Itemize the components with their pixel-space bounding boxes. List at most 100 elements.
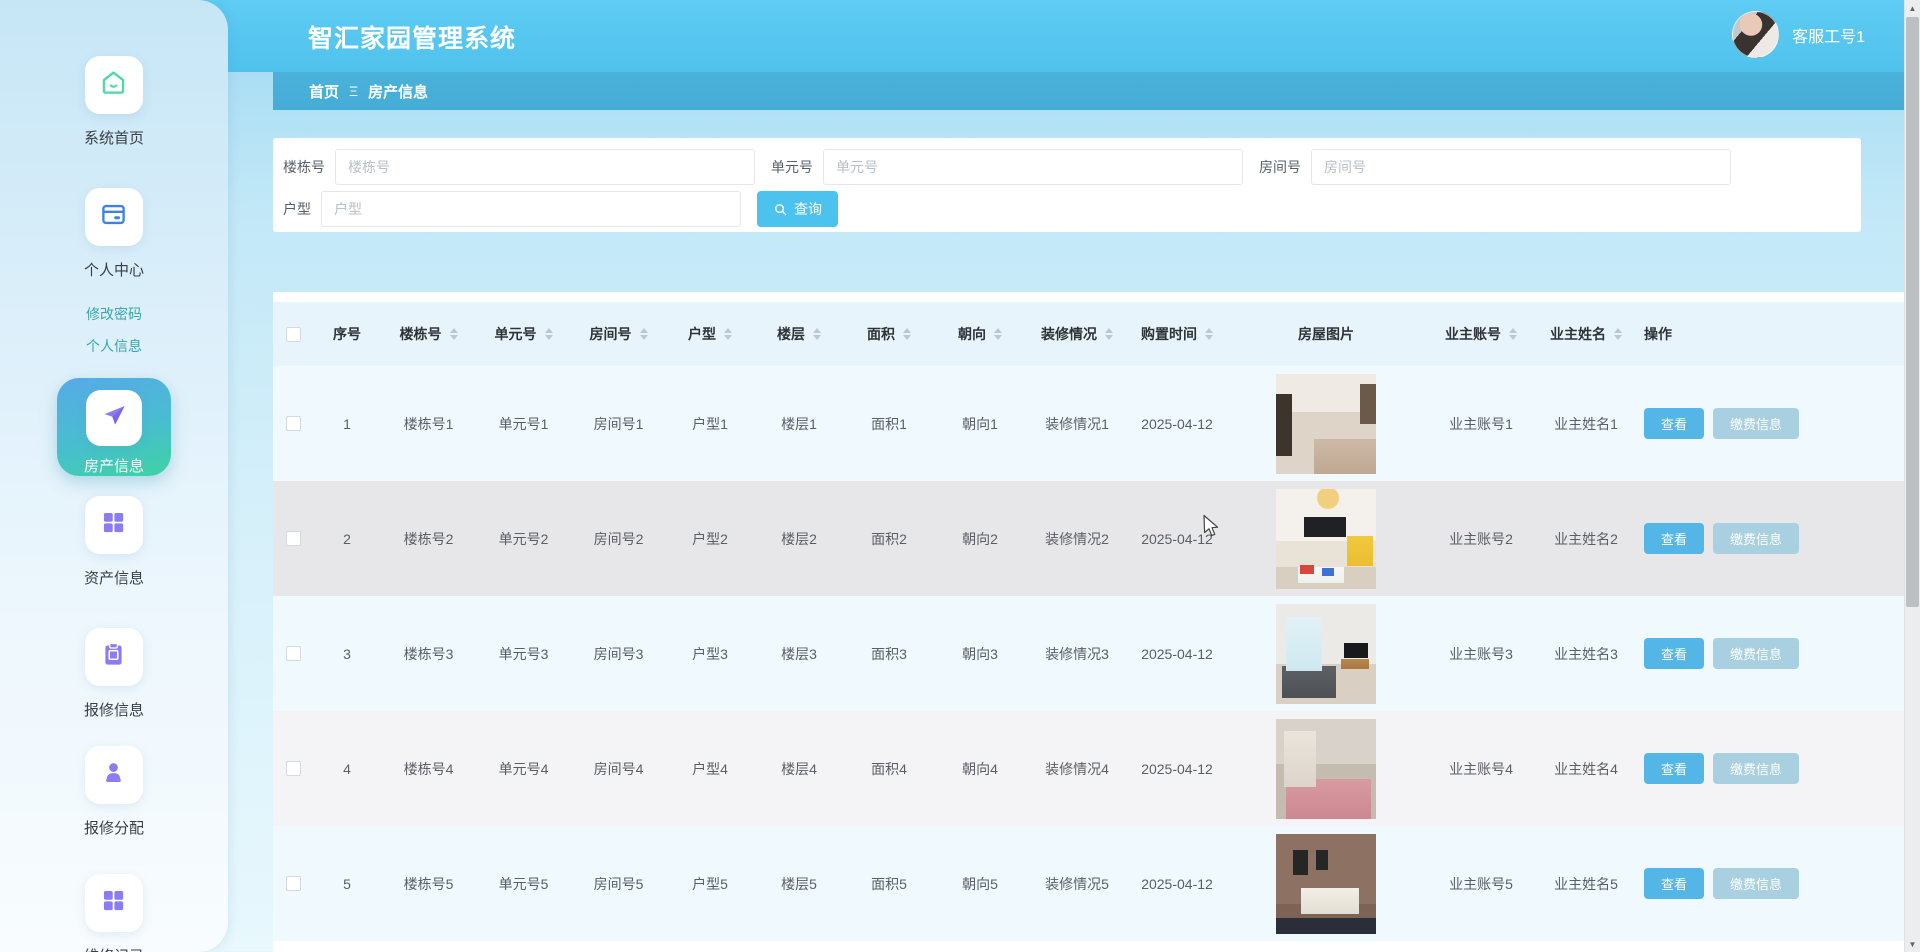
table-row-1: 1楼栋号1单元号1房间号1户型1楼层1面积1朝向1装修情况12025-04-12… [273,366,1904,481]
sidebar-item-5[interactable]: 资产信息 [84,496,144,588]
row-checkbox[interactable] [286,761,301,776]
sidebar-item-label: 报修信息 [84,699,144,720]
table-header-row: 序号楼栋号单元号房间号户型楼层面积朝向装修情况购置时间房屋图片业主账号业主姓名操… [273,302,1904,366]
grid-icon [100,887,127,919]
sidebar-item-1[interactable]: 个人中心 [84,188,144,280]
search-input-0[interactable] [335,149,755,185]
cell-floor: 楼层2 [754,529,844,549]
column-header-owner_name[interactable]: 业主姓名 [1536,324,1636,344]
select-all-checkbox[interactable] [286,327,301,342]
column-header-room[interactable]: 房间号 [571,324,666,344]
cell-orientation: 朝向4 [934,759,1026,779]
user-icon [100,759,127,791]
search-button[interactable]: 查询 [757,191,838,227]
house-photo-1 [1276,374,1376,474]
column-header-floor[interactable]: 楼层 [754,324,844,344]
sort-carets-icon[interactable] [903,328,911,340]
row-checkbox[interactable] [286,876,301,891]
column-header-label: 房屋图片 [1298,324,1354,344]
view-button[interactable]: 查看 [1644,753,1704,784]
breadcrumb-separator-icon: Ξ [349,83,358,99]
cell-owner_account: 业主账号5 [1426,874,1536,894]
sidebar-link-personal-info[interactable]: 个人信息 [86,336,142,356]
view-button[interactable]: 查看 [1644,868,1704,899]
cell-purchase_date: 2025-04-12 [1128,876,1226,892]
house-photo-2 [1276,489,1376,589]
view-button[interactable]: 查看 [1644,408,1704,439]
sidebar-item-label: 报修分配 [84,817,144,838]
scrollbar-thumb[interactable] [1906,17,1919,607]
column-header-orientation[interactable]: 朝向 [934,324,1026,344]
payment-info-button[interactable]: 缴费信息 [1713,868,1799,899]
sidebar-item-7[interactable]: 报修分配 [84,746,144,838]
column-header-area[interactable]: 面积 [844,324,934,344]
scrollbar-down-arrow-icon[interactable]: ▼ [1905,936,1920,952]
cell-house_type: 户型5 [666,874,754,894]
scrollbar-up-arrow-icon[interactable]: ▲ [1905,0,1920,16]
sidebar-item-0[interactable]: 系统首页 [84,56,144,148]
cell-floor: 楼层5 [754,874,844,894]
sidebar-item-6[interactable]: 报修信息 [84,628,144,720]
breadcrumb-current: 房产信息 [368,81,428,102]
house-photo-5 [1276,834,1376,934]
column-header-house_type[interactable]: 户型 [666,324,754,344]
column-header-purchase_date[interactable]: 购置时间 [1128,324,1226,344]
search-input-2[interactable] [1311,149,1731,185]
column-header-label: 户型 [688,324,716,344]
table-row-4: 4楼栋号4单元号4房间号4户型4楼层4面积4朝向4装修情况42025-04-12… [273,711,1904,826]
search-icon [773,202,788,217]
cell-decoration: 装修情况1 [1026,414,1128,434]
sort-carets-icon[interactable] [1509,328,1517,340]
property-table: 序号楼栋号单元号房间号户型楼层面积朝向装修情况购置时间房屋图片业主账号业主姓名操… [273,292,1904,952]
payment-info-button[interactable]: 缴费信息 [1713,523,1799,554]
payment-info-button[interactable]: 缴费信息 [1713,753,1799,784]
sort-carets-icon[interactable] [640,328,648,340]
sort-carets-icon[interactable] [1105,328,1113,340]
sort-carets-icon[interactable] [813,328,821,340]
sidebar-item-label: 个人中心 [84,259,144,280]
house-photo-3 [1276,604,1376,704]
table-row-3: 3楼栋号3单元号3房间号3户型3楼层3面积3朝向3装修情况32025-04-12… [273,596,1904,711]
sort-carets-icon[interactable] [450,328,458,340]
row-checkbox[interactable] [286,531,301,546]
search-input-1[interactable] [823,149,1243,185]
sidebar-item-8[interactable]: 维修记录 [84,874,144,952]
search-input-3[interactable] [321,191,741,227]
sort-carets-icon[interactable] [545,328,553,340]
payment-info-button[interactable]: 缴费信息 [1713,638,1799,669]
row-checkbox[interactable] [286,416,301,431]
cell-area: 面积4 [844,759,934,779]
sort-carets-icon[interactable] [994,328,1002,340]
sort-carets-icon[interactable] [1614,328,1622,340]
sidebar-link-change-password[interactable]: 修改密码 [86,304,142,324]
view-button[interactable]: 查看 [1644,523,1704,554]
cell-area: 面积5 [844,874,934,894]
column-header-decoration[interactable]: 装修情况 [1026,324,1128,344]
column-header-label: 面积 [867,324,895,344]
cell-floor: 楼层3 [754,644,844,664]
cell-purchase_date: 2025-04-12 [1128,646,1226,662]
column-header-building[interactable]: 楼栋号 [381,324,476,344]
column-header-owner_account[interactable]: 业主账号 [1426,324,1536,344]
cell-orientation: 朝向2 [934,529,1026,549]
clipboard-icon [100,641,127,673]
vertical-scrollbar[interactable]: ▲ ▼ [1904,0,1920,952]
row-checkbox[interactable] [286,646,301,661]
sort-carets-icon[interactable] [1205,328,1213,340]
breadcrumb-home[interactable]: 首页 [309,81,339,102]
cell-index: 2 [313,531,381,547]
breadcrumb: 首页 Ξ 房产信息 [273,72,1904,110]
cell-area: 面积3 [844,644,934,664]
column-header-unit[interactable]: 单元号 [476,324,571,344]
view-button[interactable]: 查看 [1644,638,1704,669]
search-field-label: 户型 [283,199,311,219]
search-field-group: 房间号 [1259,149,1731,185]
sidebar-item-4[interactable]: 房产信息 [57,378,171,476]
sidebar-item-label: 系统首页 [84,127,144,148]
cell-house_type: 户型1 [666,414,754,434]
sort-carets-icon[interactable] [724,328,732,340]
cell-floor: 楼层1 [754,414,844,434]
cell-room: 房间号1 [571,414,666,434]
payment-info-button[interactable]: 缴费信息 [1713,408,1799,439]
cell-building: 楼栋号1 [381,414,476,434]
